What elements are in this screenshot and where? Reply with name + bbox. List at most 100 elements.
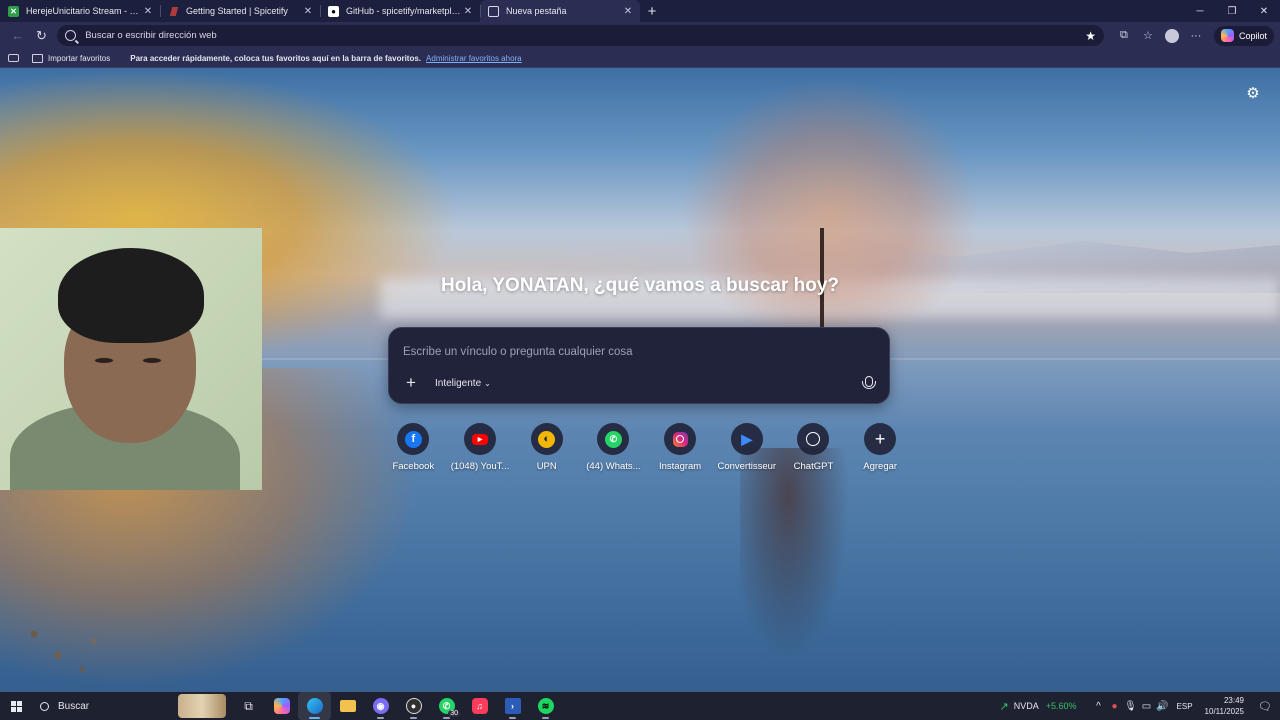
quick-link-tile[interactable]: ✆ [597,423,630,455]
refresh-button[interactable]: ↻ [30,25,54,47]
copilot-button[interactable]: Copilot [1213,25,1274,46]
new-tab-button[interactable]: + [640,0,664,22]
quick-link-tile[interactable] [664,423,697,455]
clock-time: 23:49 [1223,696,1244,705]
quick-link-chatgpt[interactable]: ChatGPT [780,423,847,472]
quick-link-tile[interactable] [797,423,830,455]
close-icon[interactable]: ✕ [142,6,154,17]
taskbar-itunes[interactable]: ♫ [463,692,496,720]
microphone-icon[interactable]: 🎙 [1123,701,1139,712]
attach-button[interactable]: + [401,373,421,393]
minimize-icon[interactable]: ─ [1184,0,1216,22]
tray-icons: ^ ● 🎙 ▭ 🔊 [1091,701,1171,712]
quick-link-tile[interactable]: ▶ [464,423,497,455]
tab-nueva-pestana[interactable]: Nueva pestaña ✕ [480,0,640,22]
quick-link-youtube[interactable]: ▶ (1048) YouT... [447,423,514,472]
address-bar[interactable]: Buscar o escribir dirección web ★ [57,25,1104,46]
plus-icon: + [406,373,416,392]
clock[interactable]: 23:49 10/11/2025 [1205,695,1244,717]
taskbar-whatsapp[interactable]: ✆ 30 [430,692,463,720]
taskbar-apps: ⧉ ◉ ● ✆ 30 ♫ › ≋ [232,692,562,720]
tab-title: Nueva pestaña [506,6,567,16]
ntp-search-input[interactable] [403,342,843,362]
close-icon[interactable]: ✕ [462,6,474,17]
tab-spicetify[interactable]: Getting Started | Spicetify ✕ [160,0,320,22]
favorites-icon[interactable]: ☆ [1136,29,1160,42]
taskbar-file-explorer[interactable] [331,692,364,720]
arrow-left-icon: ← [11,28,25,43]
tab-title: HerejeUnicitario Stream - Watch [26,6,142,16]
search-highlight-image [178,694,226,718]
more-options-icon[interactable]: ··· [1184,30,1208,42]
volume-icon[interactable]: 🔊 [1155,701,1171,712]
copilot-label: Copilot [1238,30,1267,41]
quick-link-instagram[interactable]: Instagram [647,423,714,472]
quick-link-upn[interactable]: ◐ UPN [513,423,580,472]
obs-tray-icon[interactable]: ● [1107,701,1123,712]
back-button[interactable]: ← [6,25,30,47]
taskbar-powershell[interactable]: › [496,692,529,720]
manage-favorites-link[interactable]: Administrar favoritos ahora [426,54,522,63]
quick-link-add[interactable]: + Agregar [847,423,914,472]
language-indicator[interactable]: ESP [1177,702,1193,711]
ntp-search-box: + Inteligente ⌄ [388,327,890,404]
person-eye [143,358,161,363]
close-window-icon[interactable]: ✕ [1248,0,1280,22]
quick-link-tile[interactable]: f [397,423,430,455]
microphone-stand [862,381,876,389]
chevron-up-icon[interactable]: ^ [1091,701,1107,712]
task-view-button[interactable]: ⧉ [232,692,265,720]
spotify-icon: ≋ [537,698,554,714]
edge-icon [306,698,323,714]
stock-widget[interactable]: ↗ NVDA +5.60% [1000,700,1077,713]
quick-link-facebook[interactable]: f Facebook [380,423,447,472]
restore-icon[interactable]: ❐ [1216,0,1248,22]
quick-link-label: (1048) YouT... [450,461,510,472]
quick-link-convertisseur[interactable]: ▶ Convertisseur [713,423,780,472]
taskbar-discord[interactable]: ◉ [364,692,397,720]
notification-badge: 30 [448,710,460,717]
window-controls: ─ ❐ ✕ [1184,0,1280,22]
notification-center-icon[interactable]: 🗨 [1256,700,1274,713]
quick-link-label: Facebook [392,461,435,472]
tab-herejeunicitario[interactable]: ✕ HerejeUnicitario Stream - Watch ✕ [0,0,160,22]
quick-link-label: UPN [536,461,557,472]
network-icon[interactable]: ▭ [1139,701,1155,712]
tab-github[interactable]: ● GitHub - spicetify/marketplace: D ✕ [320,0,480,22]
tab-title: Getting Started | Spicetify [186,6,288,16]
quick-link-label: Instagram [658,461,702,472]
close-icon[interactable]: ✕ [622,6,634,17]
green-square-icon: ✕ [8,5,19,17]
obs-icon: ● [405,698,422,714]
microphone-button[interactable] [861,373,877,393]
extensions-icon[interactable]: ⧉ [1112,29,1136,42]
folder-icon [339,700,356,712]
quick-link-label: ChatGPT [793,461,834,472]
github-icon: ● [328,5,339,17]
quick-link-label: (44) Whats... [586,461,641,472]
profile-icon[interactable] [1160,28,1184,43]
taskbar-edge[interactable] [298,692,331,720]
quick-link-whatsapp[interactable]: ✆ (44) Whats... [580,423,647,472]
background-tree-reflection [740,448,860,688]
tab-actions-icon[interactable] [8,54,19,62]
taskbar-search[interactable]: Buscar [32,692,228,720]
taskbar-obs[interactable]: ● [397,692,430,720]
import-favorites-button[interactable]: Importar favoritos [48,54,110,63]
mode-label: Inteligente [435,377,482,389]
plus-icon: + [647,2,657,20]
close-icon[interactable]: ✕ [302,6,314,17]
quick-link-label: Agregar [863,461,898,472]
toolbar-icons: ⧉ ☆ ··· [1112,28,1208,43]
start-button[interactable] [0,692,32,720]
copilot-icon [273,698,290,714]
mode-dropdown[interactable]: Inteligente ⌄ [429,374,497,392]
taskbar-spotify[interactable]: ≋ [529,692,562,720]
quick-link-tile[interactable]: ◐ [530,423,563,455]
quick-link-tile[interactable]: + [864,423,897,455]
page-settings-button[interactable]: ⚙ [1244,85,1262,103]
favorite-star-icon[interactable]: ★ [1085,29,1096,43]
system-tray: ↗ NVDA +5.60% ^ ● 🎙 ▭ 🔊 ESP 23:49 10/11/… [1000,692,1280,720]
quick-link-tile[interactable]: ▶ [730,423,763,455]
taskbar-copilot[interactable] [265,692,298,720]
